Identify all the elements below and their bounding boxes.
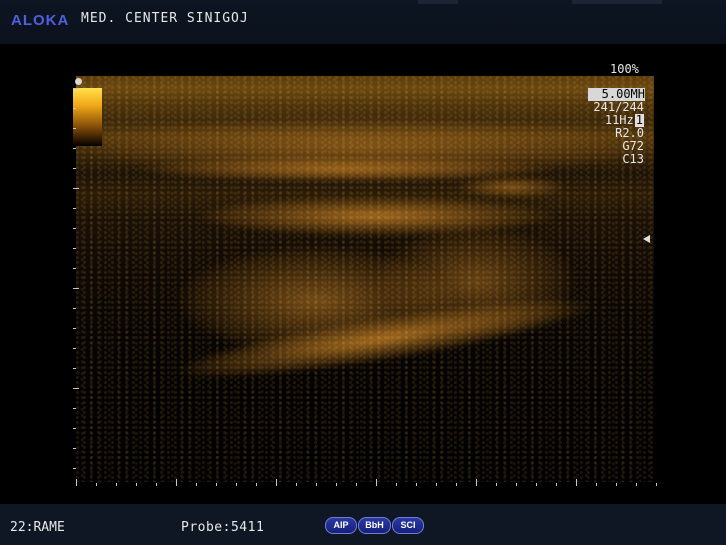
depth-tick — [73, 288, 79, 289]
header-bar: ALOKA MED. CENTER SINIGOJ — [0, 0, 726, 44]
lateral-tick — [616, 483, 617, 486]
speckle-texture — [76, 76, 654, 482]
lateral-scale — [76, 478, 657, 486]
depth-tick — [73, 128, 76, 129]
depth-tick — [73, 388, 79, 389]
probe-label: Probe:5411 — [181, 520, 265, 535]
lateral-tick — [276, 479, 277, 486]
bbh-button[interactable]: BbH — [358, 517, 391, 534]
depth-tick — [73, 208, 76, 209]
lateral-tick — [256, 483, 257, 486]
lateral-tick — [496, 483, 497, 486]
depth-scale — [73, 88, 79, 488]
lateral-tick — [76, 479, 77, 486]
lateral-tick — [596, 483, 597, 486]
depth-tick — [73, 448, 76, 449]
header-faint-mark — [418, 0, 458, 4]
contrast-readout: C13 — [622, 152, 644, 166]
lateral-tick — [216, 483, 217, 486]
depth-tick — [73, 148, 76, 149]
depth-tick — [73, 348, 76, 349]
depth-tick — [73, 328, 76, 329]
lateral-tick — [656, 483, 657, 486]
lateral-tick — [556, 483, 557, 486]
header-faint-mark — [572, 0, 662, 4]
depth-tick — [73, 248, 76, 249]
lateral-tick — [516, 483, 517, 486]
brand-logo: ALOKA — [11, 12, 70, 29]
lateral-tick — [136, 483, 137, 486]
side-marker-icon — [643, 235, 650, 243]
depth-tick — [73, 88, 79, 89]
lateral-tick — [116, 483, 117, 486]
lateral-tick — [196, 483, 197, 486]
lateral-tick — [236, 483, 237, 486]
depth-tick — [73, 228, 76, 229]
lateral-tick — [356, 483, 357, 486]
depth-tick — [73, 108, 76, 109]
depth-tick — [73, 188, 79, 189]
lateral-tick — [176, 479, 177, 486]
depth-tick — [73, 268, 76, 269]
lateral-tick — [376, 479, 377, 486]
lateral-tick — [436, 483, 437, 486]
lateral-tick — [336, 483, 337, 486]
lateral-tick — [296, 483, 297, 486]
ultrasound-image — [76, 76, 654, 482]
aip-button[interactable]: AIP — [325, 517, 357, 534]
depth-tick — [73, 408, 76, 409]
lateral-tick — [476, 479, 477, 486]
focus-marker — [75, 78, 82, 85]
lateral-tick — [536, 483, 537, 486]
depth-tick — [73, 308, 76, 309]
frame-rate-value: 11Hz — [604, 113, 634, 127]
lateral-tick — [316, 483, 317, 486]
lateral-tick — [156, 483, 157, 486]
lateral-tick — [396, 483, 397, 486]
depth-tick — [73, 428, 76, 429]
lateral-tick — [576, 479, 577, 486]
lateral-tick — [96, 483, 97, 486]
footer-bar: 22:RAME Probe:5411 AIP BbH SCI — [0, 504, 726, 545]
lateral-tick — [636, 483, 637, 486]
center-name: MED. CENTER SINIGOJ — [81, 11, 249, 26]
lateral-tick — [456, 483, 457, 486]
depth-tick — [73, 168, 76, 169]
depth-tick — [73, 368, 76, 369]
patient-label: 22:RAME — [10, 520, 65, 535]
sci-button[interactable]: SCI — [392, 517, 424, 534]
lateral-tick — [416, 483, 417, 486]
depth-tick — [73, 468, 76, 469]
zoom-level: 100% — [610, 62, 639, 76]
